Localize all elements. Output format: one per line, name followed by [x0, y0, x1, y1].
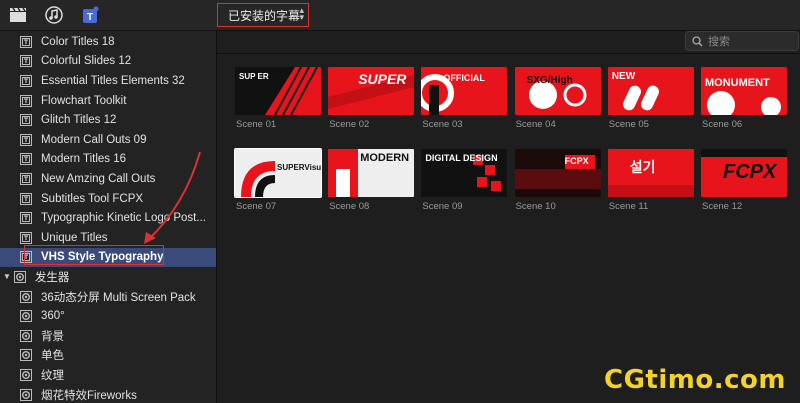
scene-label: Scene 12 [702, 201, 743, 212]
sidebar-item-label: Flowchart Toolkit [41, 94, 127, 107]
music-icon[interactable] [44, 5, 64, 25]
scene-caption: DIGITAL DESIGN [425, 153, 498, 163]
scene-thumbnail[interactable]: DIGITAL DESIGN [421, 149, 508, 197]
scene-thumbnail[interactable]: FCPX [701, 149, 787, 197]
toolbar: T 已安装的字幕 ▴ ▾ [0, 0, 800, 31]
sidebar-item-label: Subtitles Tool FCPX [41, 192, 144, 205]
title-pack-icon [20, 74, 32, 87]
sidebar-item[interactable]: 单色 [0, 346, 216, 366]
sidebar-item[interactable]: 烟花特效Fireworks [0, 385, 216, 403]
dropdown-label: 已安装的字幕 [228, 8, 301, 23]
generator-icon [20, 290, 32, 303]
scene-caption: MONUMENT [705, 77, 770, 89]
title-pack-icon [20, 114, 32, 127]
scene-thumbnail[interactable]: OFFICIAL [421, 67, 508, 115]
sidebar-item-label: 发生器 [34, 271, 70, 284]
title-pack-icon [20, 212, 32, 225]
scene-thumbnail[interactable]: 설기 [607, 149, 694, 197]
sidebar-item-label: Modern Titles 16 [41, 153, 127, 166]
divider [217, 53, 800, 54]
scene-label: Scene 01 [236, 119, 277, 130]
sidebar-item-label: 背景 [41, 330, 64, 343]
sidebar-item-label: 烟花特效Fireworks [41, 389, 137, 402]
scene-label: Scene 07 [236, 201, 277, 212]
sidebar-item-label: 360° [41, 310, 65, 323]
title-pack-icon [20, 35, 32, 48]
clapper-icon[interactable] [8, 5, 28, 25]
scene-label: Scene 08 [329, 201, 370, 212]
sidebar-item-label: Color Titles 18 [41, 35, 115, 48]
scene-label: Scene 04 [515, 119, 556, 130]
scene-caption: OFFICIAL [443, 73, 485, 83]
title-pack-icon [20, 172, 32, 185]
sidebar-item[interactable]: 背景 [0, 326, 216, 346]
sidebar-item[interactable]: 36动态分屏 Multi Screen Pack [0, 287, 216, 307]
scene-thumbnail[interactable]: FCPX [514, 149, 601, 197]
arrow-annotation [144, 151, 201, 244]
title-pack-icon [20, 192, 32, 205]
scene-label: Scene 09 [422, 201, 463, 212]
scene-thumbnail[interactable]: MODERN [328, 149, 415, 197]
sidebar-category[interactable]: ▼ 发生器 [0, 267, 216, 287]
sidebar-item-label: Unique Titles [41, 231, 108, 244]
sidebar-item[interactable]: Essential Titles Elements 32 [0, 71, 216, 91]
title-pack-icon [20, 231, 32, 244]
disclosure-triangle-icon[interactable]: ▼ [3, 272, 11, 281]
scene-thumbnail[interactable]: SUP ER [235, 67, 321, 115]
generator-icon [20, 329, 32, 342]
scene-label: Scene 06 [702, 119, 743, 130]
search-placeholder: 搜索 [708, 36, 730, 48]
scene-thumbnail[interactable]: MONUMENT [701, 67, 787, 115]
scene-thumbnail[interactable]: NEW [607, 67, 694, 115]
sidebar-item-label: 纹理 [41, 369, 64, 382]
scene-caption: FCPX [723, 161, 777, 183]
sidebar-item-label: 36动态分屏 Multi Screen Pack [41, 291, 196, 304]
chevron-updown-icon: ▴ ▾ [299, 5, 304, 22]
sidebar-item[interactable]: 360° [0, 306, 216, 326]
titles-icon[interactable]: T [80, 5, 100, 25]
sidebar-item[interactable]: Color Titles 18 [0, 32, 216, 52]
scene-label: Scene 05 [608, 119, 649, 130]
scene-thumbnail[interactable]: SUPER [328, 67, 415, 115]
scene-thumbnail[interactable]: SXG/High [514, 67, 601, 115]
sidebar-item-label: 单色 [41, 350, 64, 363]
sidebar-item[interactable]: 纹理 [0, 365, 216, 385]
scene-caption: NEW [611, 71, 636, 82]
search-field[interactable]: 搜索 [685, 31, 799, 51]
scene-caption: SUP ER [239, 72, 269, 81]
scene-label: Scene 02 [329, 119, 370, 130]
sidebar-item-label: Glitch Titles 12 [41, 114, 117, 127]
generator-icon [20, 368, 32, 381]
scene-caption: 설기 [629, 159, 656, 175]
search-icon [692, 35, 703, 47]
scene-caption: SUPERVisual [277, 163, 321, 172]
watermark-text: CGtimo.com [604, 365, 786, 395]
scene-caption: MODERN [360, 152, 410, 164]
title-pack-icon [20, 133, 32, 146]
sidebar-item-label: Essential Titles Elements 32 [41, 74, 185, 87]
sidebar-item[interactable]: Colorful Slides 12 [0, 52, 216, 72]
scene-thumbnail[interactable]: SUPERVisual [234, 148, 322, 198]
installed-titles-dropdown[interactable]: 已安装的字幕 ▴ ▾ [217, 3, 309, 27]
generator-icon [20, 349, 32, 362]
title-pack-icon [20, 94, 32, 107]
generator-icon [20, 310, 32, 323]
generator-icon [13, 270, 26, 283]
scene-label: Scene 03 [422, 119, 463, 130]
scene-caption: SUPER [358, 71, 407, 87]
sidebar-item[interactable]: Modern Call Outs 09 [0, 130, 216, 150]
scene-label: Scene 10 [515, 201, 556, 212]
title-pack-icon [20, 153, 32, 166]
generator-icon [20, 388, 32, 401]
sidebar-item[interactable]: Glitch Titles 12 [0, 110, 216, 130]
scene-label: Scene 11 [608, 201, 649, 212]
sidebar-item-label: Modern Call Outs 09 [41, 133, 147, 146]
sidebar-item-label: Colorful Slides 12 [41, 55, 132, 68]
scene-caption: FCPX [564, 156, 589, 166]
title-pack-icon [20, 55, 32, 68]
svg-text:T: T [87, 12, 93, 23]
sidebar-item[interactable]: Flowchart Toolkit [0, 91, 216, 111]
scene-caption: SXG/High [526, 75, 573, 86]
